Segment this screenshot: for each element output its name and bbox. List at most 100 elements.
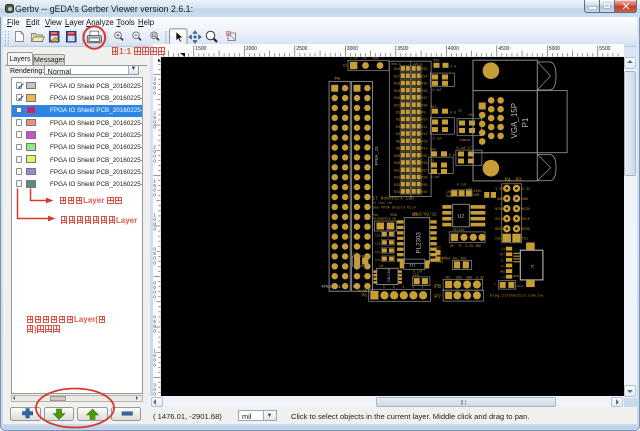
svg-text:MISO: MISO bbox=[495, 207, 503, 211]
svg-text:3.3V: 3.3V bbox=[495, 187, 503, 191]
svg-text:R16: R16 bbox=[393, 67, 399, 71]
svg-text:GND: GND bbox=[522, 197, 528, 201]
svg-text:R50 Ω: R50 Ω bbox=[391, 62, 400, 66]
svg-text:BUM: BUM bbox=[513, 275, 518, 278]
svg-text:0: 0 bbox=[153, 294, 156, 299]
svg-text:R36: R36 bbox=[421, 161, 427, 165]
svg-text:3.3V: 3.3V bbox=[476, 275, 484, 279]
svg-text:0: 0 bbox=[153, 226, 156, 231]
svg-text:0: 0 bbox=[153, 124, 156, 129]
svg-text:24LC04: 24LC04 bbox=[388, 268, 392, 282]
svg-text:R28: R28 bbox=[433, 58, 439, 62]
svg-text:R37: R37 bbox=[421, 168, 427, 172]
svg-text:CS2: CS2 bbox=[495, 236, 501, 240]
svg-text:U1: U1 bbox=[412, 212, 418, 217]
svg-text:R12: R12 bbox=[421, 132, 427, 136]
svg-text:MOSI: MOSI bbox=[495, 227, 503, 231]
svg-text:R18: R18 bbox=[393, 81, 399, 85]
svg-text:4500: 4500 bbox=[498, 46, 509, 52]
svg-text:U2: U2 bbox=[457, 214, 464, 220]
svg-text:R14: R14 bbox=[421, 146, 427, 150]
svg-text:0.1uF: 0.1uF bbox=[457, 182, 467, 186]
svg-text:C18: C18 bbox=[413, 273, 419, 277]
svg-text:MISO: MISO bbox=[522, 207, 530, 211]
svg-text:K1: K1 bbox=[343, 64, 347, 68]
svg-text:1500: 1500 bbox=[195, 46, 206, 52]
svg-text:0: 0 bbox=[153, 192, 156, 197]
svg-text:3.3V: 3.3V bbox=[522, 187, 530, 191]
svg-text:2500: 2500 bbox=[296, 46, 307, 52]
svg-text:0: 0 bbox=[153, 362, 156, 367]
svg-text:L1: L1 bbox=[501, 276, 505, 279]
svg-text:R39: R39 bbox=[421, 182, 427, 186]
svg-text:R24: R24 bbox=[421, 74, 427, 78]
svg-text:R27: R27 bbox=[421, 96, 427, 100]
svg-text:0.2uF: 0.2uF bbox=[432, 88, 442, 92]
svg-text:P8: P8 bbox=[434, 283, 441, 289]
svg-text:0 Ω: 0 Ω bbox=[450, 64, 456, 68]
svg-text:blog.itrobotics.com.tw: blog.itrobotics.com.tw bbox=[489, 293, 542, 298]
svg-text:R7: R7 bbox=[458, 109, 462, 113]
svg-text:C1A: C1A bbox=[375, 234, 381, 237]
svg-text:R35: R35 bbox=[421, 153, 427, 157]
svg-text:10uF: 10uF bbox=[516, 285, 523, 288]
svg-text:P2: P2 bbox=[515, 177, 521, 183]
svg-text:P7: P7 bbox=[434, 294, 441, 300]
svg-text:R4B: R4B bbox=[473, 193, 479, 197]
svg-text:R34: R34 bbox=[393, 190, 399, 194]
svg-text:SDA: SDA bbox=[456, 275, 462, 279]
svg-text:2000: 2000 bbox=[246, 46, 257, 52]
svg-text:D-: D- bbox=[501, 259, 505, 262]
svg-text:R51 R50: R51 R50 bbox=[453, 256, 466, 260]
svg-text:RST: RST bbox=[499, 253, 504, 256]
svg-text:R28: R28 bbox=[421, 103, 427, 107]
svg-text:R13: R13 bbox=[421, 139, 427, 143]
svg-text:R3: R3 bbox=[395, 124, 399, 128]
svg-text:U3: U3 bbox=[379, 264, 383, 268]
svg-text:TX: TX bbox=[458, 244, 462, 248]
svg-text:SCLK: SCLK bbox=[522, 217, 530, 221]
svg-text:C: C bbox=[493, 282, 495, 285]
svg-text:0.1uF: 0.1uF bbox=[430, 175, 440, 179]
svg-text:R15: R15 bbox=[431, 104, 437, 108]
svg-text:L3: L3 bbox=[501, 248, 505, 251]
svg-text:J1: J1 bbox=[531, 264, 535, 268]
svg-text:XII: XII bbox=[409, 264, 415, 268]
svg-text:R9: R9 bbox=[421, 110, 425, 114]
svg-text:3A3OOGPRCA AB: 3A3OOGPRCA AB bbox=[372, 217, 396, 220]
svg-text:C16: C16 bbox=[375, 259, 381, 262]
svg-text:R10: R10 bbox=[421, 117, 427, 121]
svg-text:R17: R17 bbox=[393, 74, 399, 78]
svg-text:0.1uF C7: 0.1uF C7 bbox=[456, 145, 471, 149]
svg-text:R4: R4 bbox=[395, 132, 399, 136]
svg-text:R6: R6 bbox=[395, 146, 399, 150]
svg-text:0 Ω: 0 Ω bbox=[450, 110, 456, 114]
svg-text:R11: R11 bbox=[421, 124, 427, 128]
svg-text:0: 0 bbox=[153, 260, 156, 265]
svg-text:0: 0 bbox=[153, 158, 156, 163]
svg-text:R23: R23 bbox=[421, 67, 427, 71]
svg-text:R44: R44 bbox=[430, 147, 436, 151]
svg-text:RX: RX bbox=[450, 244, 454, 248]
svg-text:De sign Lab: De sign Lab bbox=[372, 200, 392, 204]
svg-text:IO_P6: IO_P6 bbox=[357, 288, 367, 292]
svg-text:2: 2 bbox=[411, 286, 413, 290]
svg-text:220k: 220k bbox=[352, 251, 359, 255]
svg-text:C9: C9 bbox=[430, 159, 434, 162]
svg-text:R29: R29 bbox=[393, 153, 399, 157]
svg-text:R30: R30 bbox=[393, 161, 399, 165]
svg-text:TXB108: TXB108 bbox=[459, 139, 470, 142]
svg-text:See FPGA Shield V1.0: See FPGA Shield V1.0 bbox=[372, 205, 415, 210]
svg-text:CS1: CS1 bbox=[522, 236, 528, 240]
svg-text:R5: R5 bbox=[395, 139, 399, 143]
svg-text:P6: P6 bbox=[361, 293, 367, 298]
svg-text:4: 4 bbox=[392, 286, 394, 290]
svg-text:26LS31: 26LS31 bbox=[452, 229, 464, 233]
svg-text:0: 0 bbox=[153, 328, 156, 333]
svg-text:R40: R40 bbox=[421, 190, 427, 194]
svg-text:R26: R26 bbox=[421, 88, 427, 92]
svg-text:D+: D+ bbox=[501, 264, 505, 267]
svg-text:GND: GND bbox=[466, 275, 472, 279]
svg-text:5: 5 bbox=[383, 286, 385, 290]
svg-text:R1: R1 bbox=[395, 110, 399, 114]
